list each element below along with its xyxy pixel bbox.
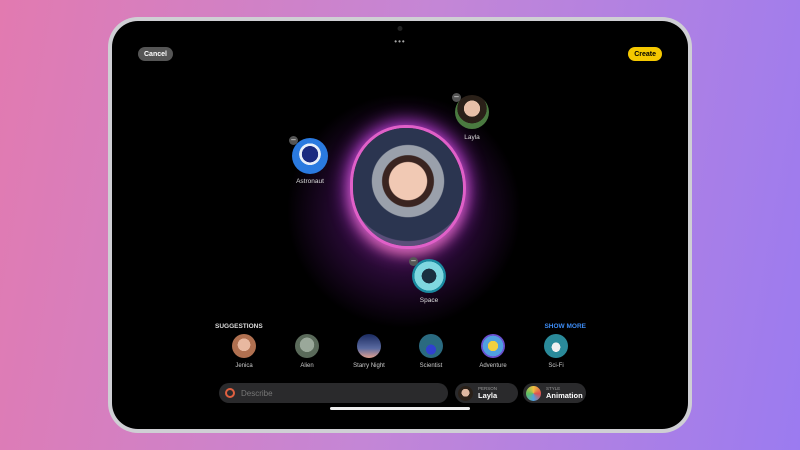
suggestion-label: Alien <box>300 363 314 369</box>
create-button[interactable]: Create <box>628 47 662 61</box>
cancel-button[interactable]: Cancel <box>138 47 173 61</box>
ufo-icon <box>544 334 568 358</box>
jenica-avatar <box>232 334 256 358</box>
alien-icon <box>295 334 319 358</box>
style-chip[interactable]: STYLE Animation <box>523 383 586 403</box>
style-icon <box>526 385 541 401</box>
show-more-link[interactable]: SHOW MORE <box>544 323 586 330</box>
suggestion-label: Jenica <box>235 363 253 369</box>
describe-input[interactable] <box>241 388 351 398</box>
remove-space-icon[interactable]: – <box>409 257 418 266</box>
suggestion-sci-fi[interactable]: Sci-Fi <box>531 334 581 369</box>
person-avatar <box>458 385 473 401</box>
concept-label: Astronaut <box>296 178 324 185</box>
describe-field[interactable] <box>219 383 448 403</box>
generated-image-preview[interactable] <box>353 128 463 246</box>
suggestion-starry-night[interactable]: Starry Night <box>344 334 394 369</box>
suggestion-alien[interactable]: Alien <box>282 334 332 369</box>
suggestions-title: SUGGESTIONS <box>215 323 263 330</box>
suggestion-label: Starry Night <box>353 363 385 369</box>
suggestion-scientist[interactable]: Scientist <box>406 334 456 369</box>
home-indicator[interactable] <box>330 407 470 410</box>
playground-icon <box>225 388 235 398</box>
style-value: Animation <box>546 391 583 400</box>
concept-astronaut[interactable] <box>292 138 328 174</box>
person-value: Layla <box>478 391 498 400</box>
concept-label: Space <box>419 297 439 304</box>
concept-label: Layla <box>464 134 480 141</box>
camera <box>397 26 403 31</box>
remove-astronaut-icon[interactable]: – <box>289 136 298 145</box>
starry-night-icon <box>357 334 381 358</box>
map-icon <box>481 334 505 358</box>
suggestion-adventure[interactable]: Adventure <box>468 334 518 369</box>
remove-layla-icon[interactable]: – <box>452 93 461 102</box>
suggestion-jenica[interactable]: Jenica <box>219 334 269 369</box>
suggestion-label: Adventure <box>479 363 507 369</box>
person-chip[interactable]: PERSON Layla <box>455 383 518 403</box>
suggestion-label: Sci-Fi <box>548 363 564 369</box>
flask-icon <box>419 334 443 358</box>
suggestion-label: Scientist <box>419 363 443 369</box>
image-playground-screen: ••• Cancel Create – Layla – Astronaut – … <box>112 21 688 429</box>
ipad-device: ••• Cancel Create – Layla – Astronaut – … <box>108 17 692 433</box>
multitasking-dots[interactable]: ••• <box>394 37 405 46</box>
